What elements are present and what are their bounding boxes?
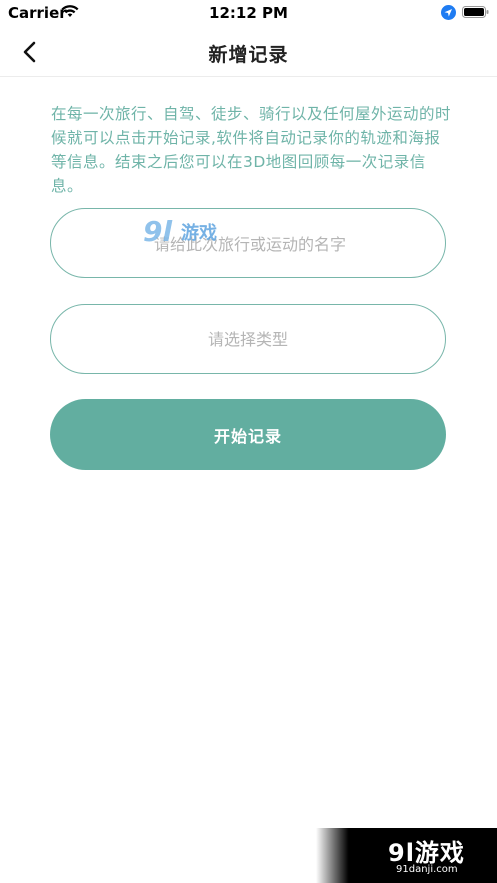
trip-name-field[interactable] [50,208,449,279]
battery-icon [462,6,489,18]
corner-watermark-site: 91danji.com [396,864,458,875]
start-record-button[interactable]: 开始记录 [50,399,446,470]
location-arrow-icon [441,5,456,20]
navigation-bar: 新增记录 [0,26,497,77]
corner-watermark: 9l游戏 91danji.com [316,828,497,883]
type-select-placeholder[interactable]: 请选择类型 [51,305,445,373]
type-select[interactable]: 请选择类型 [50,304,446,374]
intro-description: 在每一次旅行、自驾、徒步、骑行以及任何屋外运动的时候就可以点击开始记录,软件将自… [51,105,452,195]
status-bar: Carrier 12:12 PM [0,0,497,26]
page-title: 新增记录 [208,44,289,66]
corner-watermark-logo: 9l游戏 [388,839,465,867]
trip-name-input[interactable] [51,209,449,279]
status-time: 12:12 PM [209,4,288,22]
